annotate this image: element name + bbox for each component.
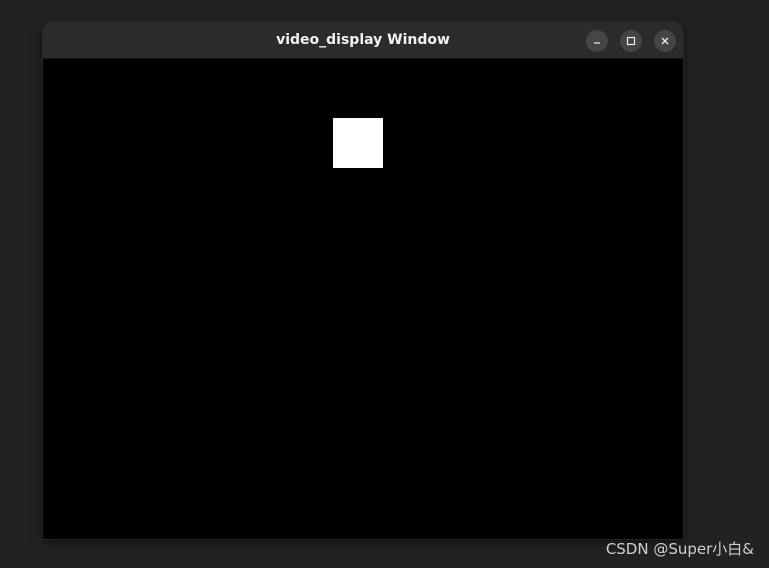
minimize-button[interactable]	[586, 30, 608, 52]
title-bar[interactable]: video_display Window	[43, 22, 683, 59]
app-window: video_display Window	[43, 22, 683, 539]
maximize-button[interactable]	[620, 30, 642, 52]
white-square	[333, 118, 383, 168]
maximize-icon	[626, 36, 636, 46]
watermark: CSDN @Super小白&	[605, 540, 754, 558]
video-display-area	[43, 59, 683, 539]
close-icon	[661, 37, 669, 45]
close-button[interactable]	[654, 30, 676, 52]
minimize-icon	[594, 42, 600, 44]
